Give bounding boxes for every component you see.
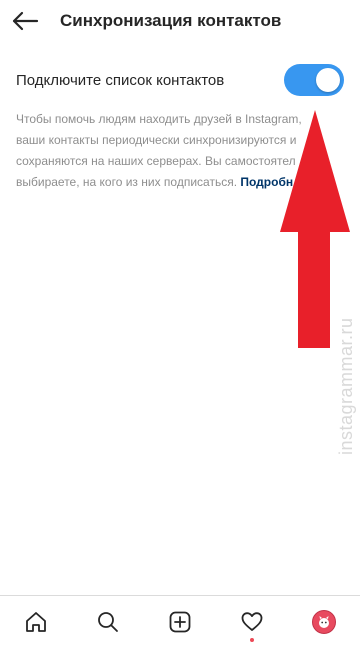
nav-new-post[interactable] xyxy=(164,606,196,638)
nav-home[interactable] xyxy=(20,606,52,638)
description-line: ваши контакты периодически синхронизирую… xyxy=(16,133,297,147)
search-icon xyxy=(98,612,118,632)
activity-heart-icon xyxy=(241,612,263,631)
new-post-icon xyxy=(169,611,191,633)
nav-activity[interactable] xyxy=(236,606,268,638)
sync-contacts-label: Подключите список контактов xyxy=(16,72,225,89)
nav-search[interactable] xyxy=(92,606,124,638)
description-line: сохраняются на наших серверах. Вы самост… xyxy=(16,154,296,168)
watermark: instagrammar.ru xyxy=(336,317,356,455)
home-icon xyxy=(26,612,46,632)
bottom-navigation xyxy=(0,595,360,645)
profile-avatar xyxy=(312,610,336,634)
description-line-text: выбираете, на кого из них подписаться. xyxy=(16,175,238,189)
nav-profile[interactable] xyxy=(308,606,340,638)
screen: Синхронизация контактов Подключите списо… xyxy=(0,0,360,645)
description-line: выбираете, на кого из них подписаться. П… xyxy=(16,172,360,189)
page-title: Синхронизация контактов xyxy=(60,11,282,30)
sync-description: Чтобы помочь людям находить друзей в Ins… xyxy=(16,109,360,189)
arrow-left-icon xyxy=(12,11,39,31)
avatar-icon xyxy=(319,616,329,628)
header: Синхронизация контактов xyxy=(0,0,360,44)
description-line: Чтобы помочь людям находить друзей в Ins… xyxy=(16,112,302,126)
sync-contacts-toggle[interactable] xyxy=(284,64,344,96)
learn-more-link[interactable]: Подробн xyxy=(240,175,293,189)
back-button[interactable] xyxy=(10,6,40,36)
toggle-knob xyxy=(316,68,340,92)
activity-notification-dot xyxy=(250,638,254,642)
